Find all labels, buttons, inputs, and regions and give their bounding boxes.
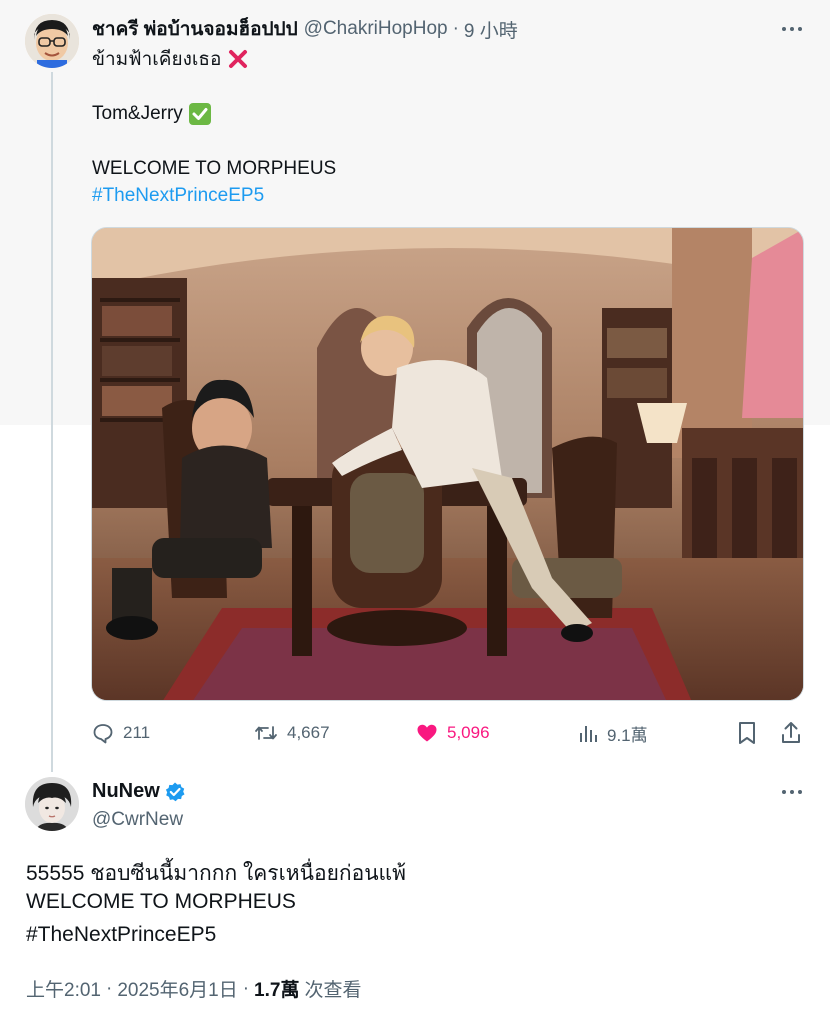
hashtag-link[interactable]: #TheNextPrinceEP5 bbox=[26, 923, 216, 947]
bookmark-icon bbox=[735, 720, 767, 746]
tweet-text-line: ข้ามฟ้าเคียงเธอ bbox=[92, 46, 249, 72]
views-label: 次查看 bbox=[304, 980, 362, 1001]
like-button[interactable]: 5,096 bbox=[415, 719, 490, 747]
hashtag-link[interactable]: #TheNextPrinceEP5 bbox=[92, 183, 264, 209]
tweet-text-line-content: ข้ามฟ้าเคียงเธอ bbox=[92, 49, 222, 70]
meta-separator: · bbox=[105, 977, 113, 999]
author-handle[interactable]: @ChakriHopHop bbox=[304, 18, 448, 40]
reply-icon bbox=[91, 721, 123, 745]
post-time[interactable]: 上午2:01 bbox=[26, 975, 101, 1002]
tweet-timestamp[interactable]: 9 小時 bbox=[464, 16, 518, 43]
reply-text-line: 55555 ชอบซีนนี้มากกก ใครเหนื่อยก่อนแพ้ bbox=[26, 862, 406, 885]
like-count: 5,096 bbox=[447, 723, 490, 742]
views-count: 9.1萬 bbox=[607, 725, 648, 745]
meta-separator: · bbox=[242, 977, 250, 999]
heart-icon bbox=[415, 721, 447, 745]
retweet-icon bbox=[253, 721, 287, 745]
bookmark-button[interactable] bbox=[735, 719, 767, 747]
author-display-name[interactable]: ชาครี พ่อบ้านจอมฮ็อปปป bbox=[92, 14, 298, 44]
tweet-text-line: WELCOME TO MORPHEUS bbox=[92, 158, 337, 179]
views-button[interactable]: 9.1萬 bbox=[577, 719, 648, 747]
thread-connector-line bbox=[51, 72, 53, 772]
check-mark-icon bbox=[188, 103, 211, 125]
quoted-tweet-header: ชาครี พ่อบ้านจอมฮ็อปปป @ChakriHopHop · 9… bbox=[92, 16, 518, 42]
tweet-media-photo[interactable] bbox=[91, 227, 804, 701]
tweet-text-line: Tom&Jerry bbox=[92, 101, 211, 127]
retweet-count: 4,667 bbox=[287, 723, 330, 742]
reply-text-line: WELCOME TO MORPHEUS bbox=[26, 890, 296, 913]
more-options-icon[interactable] bbox=[780, 18, 804, 40]
share-icon bbox=[779, 720, 811, 746]
reply-count: 211 bbox=[123, 723, 151, 742]
reply-tweet-meta: 上午2:01 · 2025年6月1日 · 1.7萬 次查看 bbox=[26, 975, 361, 1002]
header-separator: · bbox=[452, 18, 459, 39]
reply-author-handle[interactable]: @CwrNew bbox=[92, 809, 183, 831]
retweet-button[interactable]: 4,667 bbox=[253, 719, 330, 747]
author-avatar[interactable] bbox=[25, 14, 79, 68]
more-options-icon[interactable] bbox=[780, 781, 804, 803]
post-date[interactable]: 2025年6月1日 bbox=[117, 975, 237, 1002]
reply-author-display-name[interactable]: NuNew bbox=[92, 780, 160, 803]
tweet-text-line-content: Tom&Jerry bbox=[92, 103, 183, 124]
analytics-icon bbox=[577, 721, 607, 745]
reply-author-name-row: NuNew bbox=[92, 780, 186, 803]
tweet-actions-bar: 211 4,667 5,096 9.1萬 bbox=[91, 719, 804, 747]
views-count: 1.7萬 bbox=[254, 980, 300, 1001]
reply-button[interactable]: 211 bbox=[91, 719, 150, 747]
share-button[interactable] bbox=[779, 719, 811, 747]
reply-author-avatar[interactable] bbox=[25, 777, 79, 831]
verified-badge-icon bbox=[164, 781, 186, 803]
cross-mark-icon bbox=[227, 48, 249, 70]
